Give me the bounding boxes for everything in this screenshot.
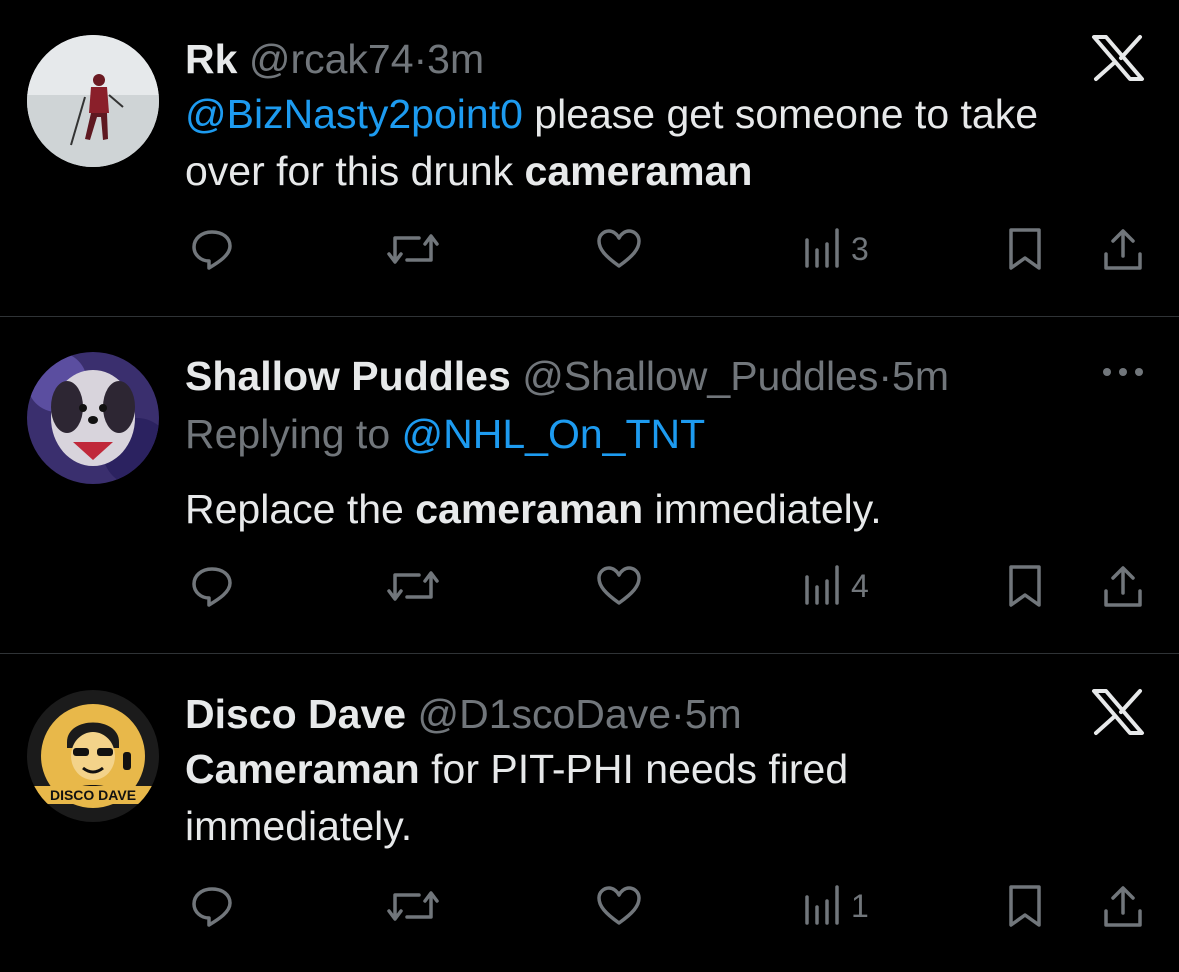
action-bar: 3 [185, 224, 1155, 274]
highlighted-term: Cameraman [185, 746, 420, 792]
avatar[interactable]: DISCO DAVE [27, 690, 159, 822]
heart-icon [597, 566, 641, 605]
separator-dot: · [671, 691, 685, 737]
bookmark-icon [1009, 565, 1041, 607]
tweet-text: Replace the cameraman immediately. [185, 481, 882, 538]
text-segment: immediately. [643, 486, 882, 532]
views-count: 3 [851, 230, 869, 267]
avatar[interactable] [27, 35, 159, 167]
user-handle[interactable]: @Shallow_Puddles [522, 353, 878, 399]
avatar-logo-text: DISCO DAVE [50, 787, 136, 803]
share-icon [1104, 566, 1142, 607]
avatar[interactable] [27, 352, 159, 484]
views-button[interactable]: 3 [803, 224, 869, 274]
share-button[interactable] [1101, 561, 1145, 611]
replying-prefix: Replying to [185, 411, 402, 457]
separator-dot: · [413, 36, 428, 82]
tweet-header: Disco Dave @D1scoDave·5m [185, 694, 742, 735]
mention-link[interactable]: @BizNasty2point0 [185, 91, 523, 137]
retweet-icon [387, 571, 439, 601]
share-icon [1104, 229, 1142, 270]
action-bar: 1 [185, 881, 1155, 931]
tweet-1[interactable]: Rk @rcak74·3m @BizNasty2point0 please ge… [0, 0, 1179, 316]
bookmark-icon [1009, 228, 1041, 270]
heart-icon [597, 229, 641, 268]
like-button[interactable] [595, 561, 643, 611]
heart-icon [597, 886, 641, 925]
reply-icon [192, 567, 232, 607]
views-count: 1 [851, 887, 869, 924]
tweet-2[interactable]: Shallow Puddles @Shallow_Puddles·5m Repl… [0, 317, 1179, 653]
views-icon [805, 885, 839, 925]
share-icon [1104, 886, 1142, 927]
tweet-text: @BizNasty2point0 please get someone to t… [185, 86, 1038, 200]
tweet-3[interactable]: DISCO DAVE Disco Dave @D1scoDave·5m Came… [0, 654, 1179, 972]
views-count: 4 [851, 567, 869, 604]
highlighted-term: cameraman [415, 486, 644, 532]
bookmark-button[interactable] [1005, 881, 1045, 931]
display-name[interactable]: Shallow Puddles [185, 353, 511, 399]
bookmark-button[interactable] [1005, 224, 1045, 274]
share-button[interactable] [1101, 224, 1145, 274]
views-button[interactable]: 1 [803, 881, 869, 931]
retweet-icon [387, 891, 439, 921]
display-name[interactable]: Rk [185, 36, 237, 82]
views-icon [805, 565, 839, 605]
tweet-text: Cameraman for PIT-PHI needs fired immedi… [185, 741, 848, 855]
tweet-header: Rk @rcak74·3m [185, 39, 484, 80]
user-handle[interactable]: @rcak74 [249, 36, 414, 82]
reply-button[interactable] [189, 224, 235, 274]
x-logo-icon [1091, 34, 1145, 87]
retweet-button[interactable] [385, 224, 441, 274]
timestamp[interactable]: 5m [685, 691, 742, 737]
retweet-icon [387, 234, 439, 264]
replying-to: Replying to @NHL_On_TNT [185, 414, 705, 455]
views-button[interactable]: 4 [803, 561, 869, 611]
timestamp[interactable]: 3m [427, 36, 484, 82]
retweet-button[interactable] [385, 881, 441, 931]
reply-button[interactable] [189, 881, 235, 931]
highlighted-term: cameraman [524, 148, 753, 194]
user-handle[interactable]: @D1scoDave [417, 691, 671, 737]
more-icon[interactable] [1101, 365, 1145, 383]
reply-icon [192, 230, 232, 270]
retweet-button[interactable] [385, 561, 441, 611]
mention-link[interactable]: @NHL_On_TNT [402, 411, 706, 457]
bookmark-button[interactable] [1005, 561, 1045, 611]
bookmark-icon [1009, 885, 1041, 927]
reply-icon [192, 887, 232, 927]
timestamp[interactable]: 5m [892, 353, 949, 399]
share-button[interactable] [1101, 881, 1145, 931]
action-bar: 4 [185, 561, 1155, 611]
tweet-header: Shallow Puddles @Shallow_Puddles·5m [185, 356, 949, 397]
x-logo-icon [1091, 688, 1145, 741]
views-icon [805, 228, 839, 268]
like-button[interactable] [595, 224, 643, 274]
like-button[interactable] [595, 881, 643, 931]
separator-dot: · [878, 353, 893, 399]
display-name[interactable]: Disco Dave [185, 691, 406, 737]
text-segment: Replace the [185, 486, 416, 532]
reply-button[interactable] [189, 561, 235, 611]
